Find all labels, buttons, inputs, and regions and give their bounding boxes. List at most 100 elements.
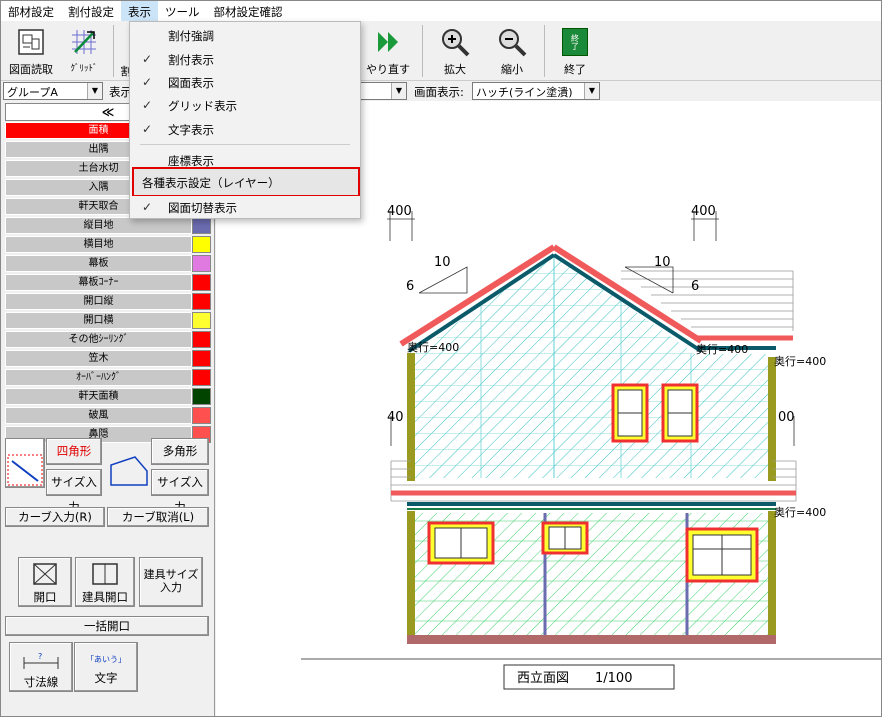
menu-item-layer-settings[interactable]: 各種表示設定（レイヤー） xyxy=(132,167,360,197)
check-icon: ✓ xyxy=(142,52,153,66)
layer-name: 笠木 xyxy=(5,350,192,367)
layer-color-swatch[interactable] xyxy=(192,369,211,386)
exit-button[interactable]: 終了 終了 xyxy=(552,25,598,77)
menu-item-text-display[interactable]: ✓ 文字表示 xyxy=(130,118,360,141)
layer-color-swatch[interactable] xyxy=(192,350,211,367)
layer-color-swatch[interactable] xyxy=(192,388,211,405)
depth-label-2: 奥行=400 xyxy=(696,342,748,356)
toolbar-separator xyxy=(422,25,423,77)
fitting-opening-button[interactable]: 建具開口 xyxy=(75,557,135,607)
display-select[interactable]: ▼ xyxy=(359,82,407,100)
zoom-in-button[interactable]: 拡大 xyxy=(431,25,479,77)
layer-row[interactable]: 破風 xyxy=(5,407,211,425)
layer-row[interactable]: 横目地 xyxy=(5,236,211,254)
menu-item-drawing-switch[interactable]: ✓ 図面切替表示 xyxy=(130,196,360,218)
grid-label: ｸﾞﾘｯﾄﾞ xyxy=(70,64,98,74)
layer-row[interactable]: 縦目地 xyxy=(5,217,211,235)
dimension-line-label: 寸法線 xyxy=(23,675,59,689)
menu-item-layout-emphasis[interactable]: 割付強調 xyxy=(130,24,360,47)
menu-item-drawing-display[interactable]: ✓ 図面表示 xyxy=(130,71,360,94)
fitting-size-input-button[interactable]: 建具サイズ入力 xyxy=(139,557,203,607)
text-label: 文字 xyxy=(94,671,118,685)
dimension-line-button[interactable]: ? 寸法線 xyxy=(9,642,73,692)
layer-color-swatch[interactable] xyxy=(192,255,211,272)
depth-label-1: 奥行=400 xyxy=(407,340,459,354)
menu-material-check[interactable]: 部材設定確認 xyxy=(207,1,290,21)
layer-name: 破風 xyxy=(5,407,192,424)
menu-tools[interactable]: ツール xyxy=(158,1,207,21)
menu-item-grid-display[interactable]: ✓ グリッド表示 xyxy=(130,94,360,117)
dim-400-right: 400 xyxy=(691,204,716,219)
layer-color-swatch[interactable] xyxy=(192,293,211,310)
slope-run-left: 10 xyxy=(434,255,451,270)
size-input-button-2[interactable]: サイズ入力 xyxy=(151,469,209,514)
read-drawing-button[interactable]: 図面読取 xyxy=(5,25,57,77)
layer-color-swatch[interactable] xyxy=(192,331,211,348)
layer-name: 幕板 xyxy=(5,255,192,272)
menu-item-label: 図面切替表示 xyxy=(168,201,237,215)
layer-name: 開口横 xyxy=(5,312,192,329)
rect-draw-icon xyxy=(7,454,43,486)
app-window: 部材設定 割付設定 表示 ツール 部材設定確認 図面読取 ｸﾞﾘｯﾄﾞ 割 やり… xyxy=(0,0,882,717)
text-button[interactable]: ｢あいう｣ 文字 xyxy=(74,642,138,692)
menu-item-label: 文字表示 xyxy=(168,123,214,137)
group-select-value: グループA xyxy=(7,86,58,99)
layer-row[interactable]: その他ｼｰﾘﾝｸﾞ xyxy=(5,331,211,349)
menu-item-label: グリッド表示 xyxy=(168,99,237,113)
screen-display-label: 画面表示: xyxy=(414,85,464,99)
opening-button[interactable]: 開口 xyxy=(18,557,72,607)
screen-display-select[interactable]: ハッチ(ライン塗潰) ▼ xyxy=(472,82,600,100)
layer-name: 開口縦 xyxy=(5,293,192,310)
bulk-opening-button[interactable]: 一括開口 xyxy=(5,616,209,636)
layer-row[interactable]: ｵｰﾊﾞｰﾊﾝｸﾞ xyxy=(5,369,211,387)
menu-material-settings[interactable]: 部材設定 xyxy=(1,1,61,21)
rect-draw-icon-button[interactable] xyxy=(5,438,45,488)
layer-row[interactable]: 開口縦 xyxy=(5,293,211,311)
layer-color-swatch[interactable] xyxy=(192,217,211,234)
slope-run-right: 10 xyxy=(654,255,671,270)
menu-item-layout-display[interactable]: ✓ 割付表示 xyxy=(130,48,360,71)
menu-item-label: 割付強調 xyxy=(168,29,214,43)
layer-row[interactable]: 幕板 xyxy=(5,255,211,273)
layer-name: ｵｰﾊﾞｰﾊﾝｸﾞ xyxy=(5,369,192,386)
curve-input-button[interactable]: カーブ入力(R) xyxy=(5,507,105,527)
polygon-button[interactable]: 多角形 xyxy=(151,438,209,465)
grid-button[interactable]: ｸﾞﾘｯﾄﾞ xyxy=(61,25,107,74)
drawing-title: 西立面図 1/100 xyxy=(517,671,632,686)
layer-color-swatch[interactable] xyxy=(192,236,211,253)
layer-row[interactable]: 笠木 xyxy=(5,350,211,368)
exit-icon: 終了 xyxy=(558,25,592,59)
menu-item-label: 各種表示設定（レイヤー） xyxy=(142,176,280,190)
layer-color-swatch[interactable] xyxy=(192,312,211,329)
depth-label-3: 奥行=400 xyxy=(774,354,826,368)
layer-name: 幕板ｺｰﾅｰ xyxy=(5,274,192,291)
toolbar-separator xyxy=(113,25,114,77)
curve-cancel-button[interactable]: カーブ取消(L) xyxy=(107,507,209,527)
dimension-icon-text: ? xyxy=(38,652,42,661)
zoom-in-icon xyxy=(438,25,472,59)
toolbar-separator xyxy=(544,25,545,77)
layer-color-swatch[interactable] xyxy=(192,407,211,424)
chevron-down-icon: ▼ xyxy=(584,83,599,99)
layer-name: 横目地 xyxy=(5,236,192,253)
menu-bar: 部材設定 割付設定 表示 ツール 部材設定確認 xyxy=(1,1,881,21)
opening-icon xyxy=(33,563,57,585)
layer-color-swatch[interactable] xyxy=(192,274,211,291)
group-select[interactable]: グループA ▼ xyxy=(3,82,103,100)
zoom-out-button[interactable]: 縮小 xyxy=(488,25,536,77)
layer-row[interactable]: 軒天面積 xyxy=(5,388,211,406)
layer-row[interactable]: 開口横 xyxy=(5,312,211,330)
layer-row[interactable]: 幕板ｺｰﾅｰ xyxy=(5,274,211,292)
dim-400-mid-right: 00 xyxy=(778,410,795,425)
depth-label-4: 奥行=400 xyxy=(774,505,826,519)
rect-button[interactable]: 四角形 xyxy=(46,438,102,465)
check-icon: ✓ xyxy=(142,122,153,136)
menu-view[interactable]: 表示 xyxy=(121,1,158,21)
menu-layout-settings[interactable]: 割付設定 xyxy=(61,1,121,21)
menu-separator xyxy=(140,144,350,145)
redo-button[interactable]: やり直す xyxy=(361,25,415,77)
screen-display-value: ハッチ(ライン塗潰) xyxy=(476,86,573,99)
grid-icon xyxy=(67,25,101,59)
menu-item-label: 割付表示 xyxy=(168,53,214,67)
size-input-button-1[interactable]: サイズ入力 xyxy=(46,469,102,514)
